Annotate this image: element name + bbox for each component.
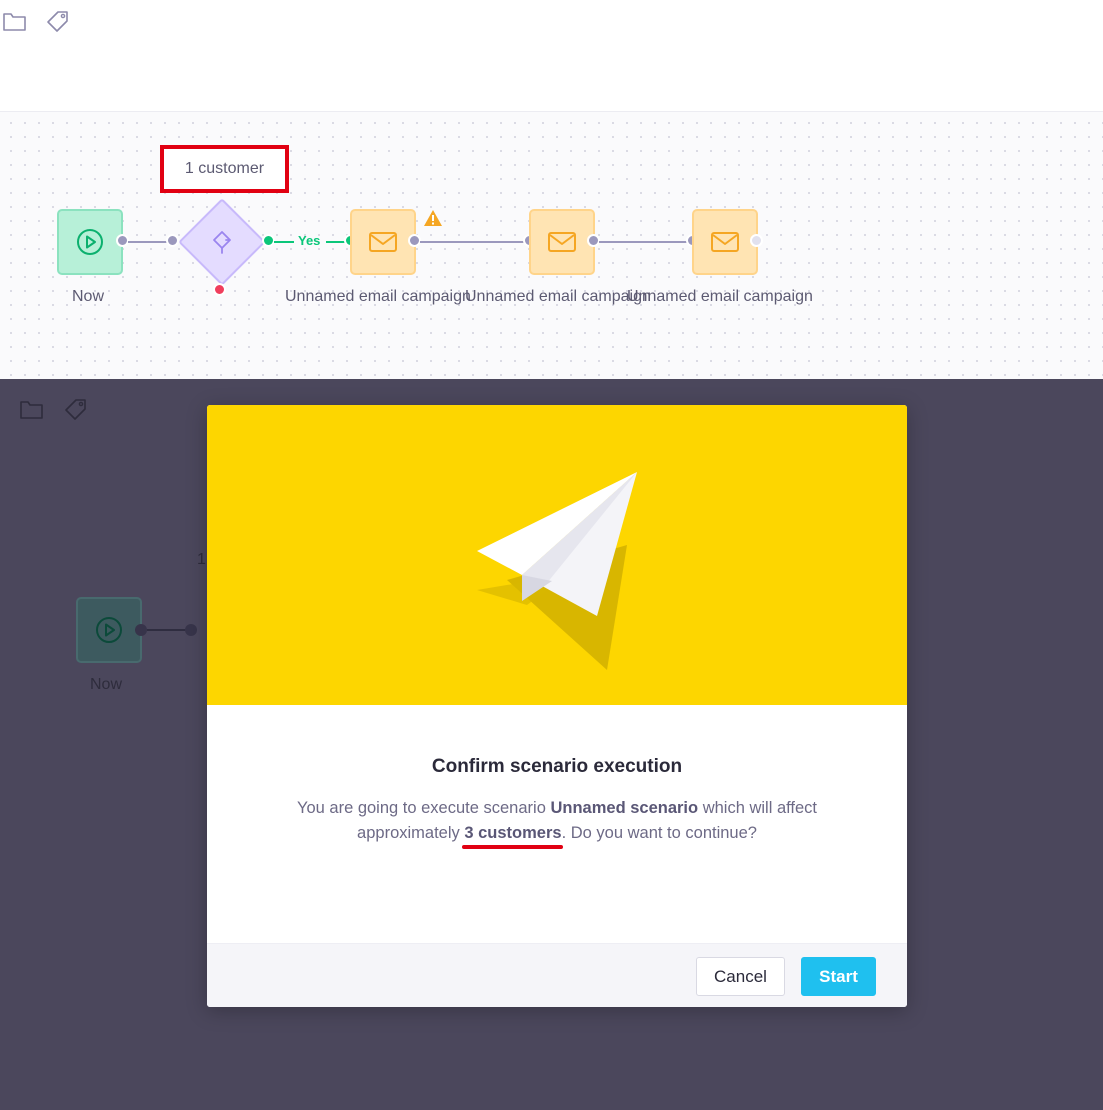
edge-yes-left: [274, 241, 294, 243]
customer-count: 3 customers: [464, 824, 562, 842]
condition-icon: [213, 231, 231, 254]
email-node-2[interactable]: [529, 209, 595, 275]
dialog-title: Confirm scenario execution: [431, 756, 683, 777]
background-count-text: 1: [197, 551, 206, 568]
condition-no-port[interactable]: [213, 283, 226, 296]
edge-email1-email2: [420, 241, 524, 243]
email-node-3[interactable]: [692, 209, 758, 275]
scenario-name: Unnamed scenario: [550, 799, 699, 817]
folder-icon[interactable]: [2, 8, 28, 34]
dialog-body: Confirm scenario execution You are going…: [207, 705, 907, 943]
scenario-editor: 1 customer Now Yes Unnamed email campaig…: [0, 0, 1103, 379]
email-node-1[interactable]: [350, 209, 416, 275]
yes-branch-label: Yes: [298, 233, 321, 248]
play-icon: [96, 617, 122, 643]
envelope-icon: [711, 232, 739, 252]
email3-label: Unnamed email campaign: [627, 288, 813, 305]
condition-input-port[interactable]: [166, 234, 179, 247]
email1-label: Unnamed email campaign: [285, 288, 471, 305]
dialog-message: You are going to execute scenario Unname…: [296, 799, 818, 842]
tag-icon[interactable]: [46, 8, 72, 34]
edge-email2-email3: [599, 241, 687, 243]
tag-icon: [65, 399, 86, 420]
dialog-hero: [207, 405, 907, 705]
background-port: [135, 624, 147, 636]
email3-output-port[interactable]: [750, 234, 763, 247]
folder-icon: [20, 401, 43, 419]
cancel-button[interactable]: Cancel: [696, 957, 785, 996]
condition-node[interactable]: [177, 197, 267, 287]
background-port: [185, 624, 197, 636]
email2-label: Unnamed email campaign: [465, 288, 651, 305]
start-button[interactable]: Start: [801, 957, 876, 996]
start-node-label: Now: [72, 288, 105, 305]
edge-yes-right: [326, 241, 346, 243]
background-edge: [147, 629, 187, 631]
customer-count-underline: [462, 845, 563, 849]
paper-plane-icon: [477, 472, 637, 670]
confirm-execution-dialog: Confirm scenario execution You are going…: [207, 405, 907, 1007]
background-start-label: Now: [90, 676, 123, 693]
envelope-icon: [369, 232, 397, 252]
play-icon: [77, 229, 103, 255]
envelope-icon: [548, 232, 576, 252]
customer-count-badge: 1 customer: [160, 145, 289, 193]
background-start-node: [76, 597, 142, 663]
edge-start-condition: [128, 241, 168, 243]
warning-icon[interactable]: [423, 209, 443, 227]
start-node[interactable]: [57, 209, 123, 275]
dialog-footer: Cancel Start: [207, 943, 907, 1007]
